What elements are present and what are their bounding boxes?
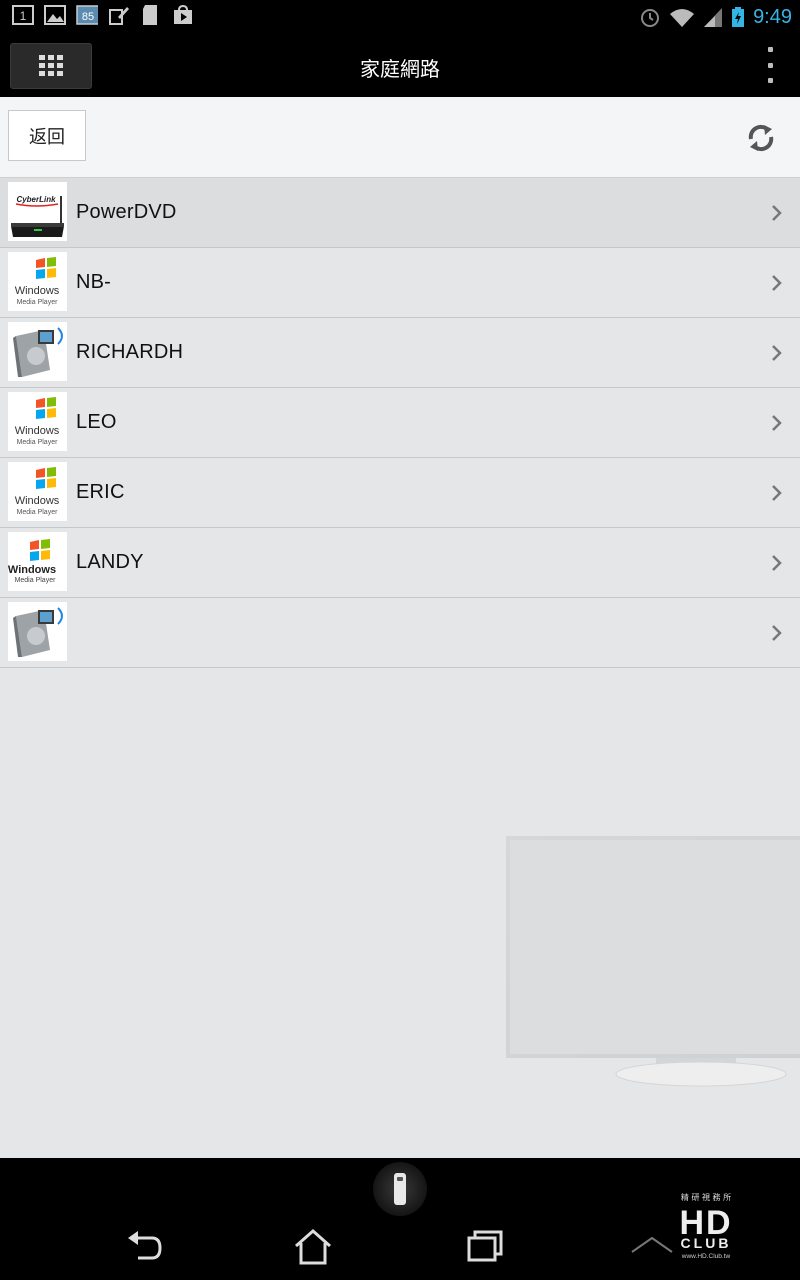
svg-text:Media Player: Media Player xyxy=(17,439,59,446)
server-name: LEO xyxy=(76,411,117,433)
server-name: ERIC xyxy=(76,481,125,503)
overflow-dot-icon xyxy=(767,78,773,83)
hd-club-watermark-logo: 精 研 視 務 所 HD CLUB www.HD.Club.tw xyxy=(631,1192,732,1260)
list-item[interactable]: Windows Media Player LEO xyxy=(0,388,800,458)
server-name: PowerDVD xyxy=(76,201,177,223)
chevron-right-icon xyxy=(772,275,782,291)
media-server-list: CyberLink PowerDVD Windows Media Player xyxy=(0,178,800,668)
gallery-icon xyxy=(44,4,66,26)
battery-icon xyxy=(732,7,745,27)
svg-text:CLUB: CLUB xyxy=(681,1235,732,1251)
svg-text:Media Player: Media Player xyxy=(15,577,57,584)
windows-media-player-icon: Windows Media Player xyxy=(8,392,67,451)
server-name: NB- xyxy=(76,271,112,293)
system-status-icons: 9:49 xyxy=(639,2,792,32)
page-title: 家庭網路 xyxy=(360,59,440,81)
svg-text:www.HD.Club.tw: www.HD.Club.tw xyxy=(681,1253,731,1260)
svg-text:精 研 視 務 所: 精 研 視 務 所 xyxy=(681,1192,731,1202)
svg-text:Media Player: Media Player xyxy=(17,299,59,306)
alarm-icon xyxy=(641,9,660,27)
overflow-dot-icon xyxy=(767,47,773,52)
remote-control-button[interactable] xyxy=(373,1162,427,1216)
signal-icon xyxy=(704,8,723,27)
battery-percent-icon: 85 xyxy=(76,4,98,26)
windows-media-player-icon: Windows Media Player xyxy=(8,532,67,591)
toolbar: 返回 xyxy=(0,97,800,178)
svg-text:Windows: Windows xyxy=(8,564,56,576)
chevron-right-icon xyxy=(772,625,782,641)
back-button[interactable]: 返回 xyxy=(8,110,86,161)
list-item[interactable] xyxy=(0,598,800,668)
media-server-icon xyxy=(8,602,67,661)
media-server-icon xyxy=(8,322,67,381)
server-name: LANDY xyxy=(76,551,144,573)
list-item[interactable]: Windows Media Player ERIC xyxy=(0,458,800,528)
tv-background-illustration xyxy=(506,836,800,1087)
svg-text:CyberLink: CyberLink xyxy=(16,195,56,204)
cyberlink-router-icon: CyberLink xyxy=(8,182,67,241)
svg-text:1: 1 xyxy=(20,9,27,23)
overflow-menu-button[interactable] xyxy=(760,47,780,83)
list-item[interactable]: Windows Media Player NB- xyxy=(0,248,800,318)
svg-text:Windows: Windows xyxy=(15,425,60,437)
svg-text:Media Player: Media Player xyxy=(17,509,59,516)
list-item[interactable]: RICHARDH xyxy=(0,318,800,388)
overflow-dot-icon xyxy=(767,62,773,68)
chevron-right-icon xyxy=(772,205,782,221)
svg-text:Windows: Windows xyxy=(15,285,60,297)
list-item[interactable]: CyberLink PowerDVD xyxy=(0,178,800,248)
chevron-right-icon xyxy=(772,415,782,431)
chevron-right-icon xyxy=(772,485,782,501)
action-bar: 家庭網路 xyxy=(0,34,800,97)
clock-time: 9:49 xyxy=(753,5,792,28)
note-edit-icon xyxy=(108,4,130,26)
back-nav-icon[interactable] xyxy=(124,1226,166,1266)
remote-icon xyxy=(394,1173,406,1205)
wifi-icon xyxy=(670,9,695,27)
chevron-right-icon xyxy=(772,555,782,571)
sd-card-icon xyxy=(140,4,162,26)
notification-count-icon: 1 xyxy=(12,4,34,26)
windows-media-player-icon: Windows Media Player xyxy=(8,252,67,311)
svg-text:85: 85 xyxy=(82,11,94,23)
recent-apps-icon[interactable] xyxy=(464,1226,506,1266)
play-store-icon xyxy=(172,4,194,26)
svg-text:Windows: Windows xyxy=(15,495,60,507)
notification-icons: 1 85 xyxy=(12,4,194,26)
refresh-icon[interactable] xyxy=(744,121,778,155)
home-nav-icon[interactable] xyxy=(292,1226,334,1268)
chevron-right-icon xyxy=(772,345,782,361)
list-item[interactable]: Windows Media Player LANDY xyxy=(0,528,800,598)
server-name: RICHARDH xyxy=(76,341,184,363)
status-bar: 1 85 9:49 xyxy=(0,0,800,34)
windows-media-player-icon: Windows Media Player xyxy=(8,462,67,521)
